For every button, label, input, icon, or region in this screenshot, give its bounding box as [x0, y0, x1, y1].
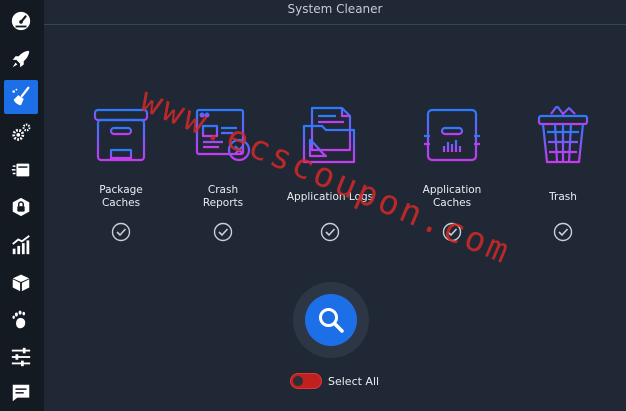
sidebar-item-services[interactable]	[4, 116, 38, 150]
item-label: Trash	[549, 191, 577, 203]
bar-chart-icon	[12, 235, 30, 255]
checkmark-icon[interactable]	[111, 222, 131, 242]
search-icon	[319, 308, 344, 333]
title-bar: System Cleaner	[44, 0, 626, 25]
scan-button[interactable]	[305, 294, 357, 346]
item-label: Package Caches	[99, 184, 143, 209]
sidebar-item-gnome-settings[interactable]	[4, 303, 38, 337]
app-cache-box-icon	[424, 108, 480, 162]
page-title: System Cleaner	[287, 2, 383, 16]
gnome-foot-icon	[12, 310, 26, 329]
sidebar-item-startup[interactable]	[4, 42, 38, 76]
sidebar-item-processes[interactable]	[4, 153, 38, 187]
package-lock-icon	[12, 197, 30, 217]
sidebar-item-packages[interactable]	[4, 265, 38, 299]
rocket-icon	[12, 50, 30, 68]
sidebar-item-dashboard[interactable]	[4, 4, 38, 38]
item-label: Crash Reports	[202, 184, 244, 209]
sidebar	[0, 0, 44, 411]
select-all-toggle[interactable]	[290, 373, 322, 389]
speedometer-icon	[11, 11, 31, 31]
trash-basket-icon	[537, 106, 589, 164]
checkmark-icon[interactable]	[553, 222, 573, 242]
select-all-label: Select All	[328, 374, 380, 388]
sidebar-item-uninstaller[interactable]	[4, 190, 38, 224]
sliders-icon	[11, 347, 31, 367]
select-all-control: Select All	[290, 372, 379, 390]
cube-icon	[12, 274, 30, 292]
message-icon	[12, 384, 30, 402]
sidebar-item-resources[interactable]	[4, 228, 38, 262]
gears-icon	[12, 123, 31, 141]
checkmark-icon[interactable]	[320, 222, 340, 242]
sidebar-item-messages[interactable]	[4, 376, 38, 410]
broom-icon	[12, 86, 30, 106]
checkmark-icon[interactable]	[213, 222, 233, 242]
toggle-knob	[293, 376, 303, 386]
sidebar-item-system-cleaner[interactable]	[4, 80, 38, 114]
card-stack-icon	[11, 163, 30, 177]
sidebar-item-settings[interactable]	[4, 340, 38, 374]
